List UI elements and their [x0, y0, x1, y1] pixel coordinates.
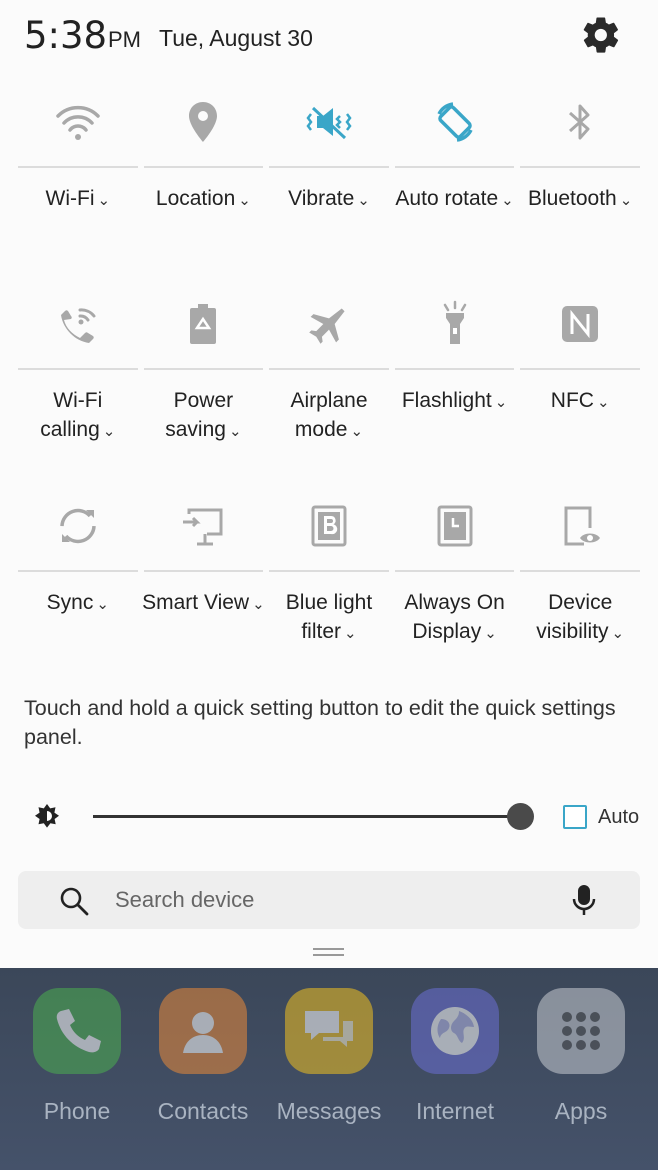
tile-divider	[394, 570, 515, 572]
dock-app-label: Apps	[554, 1098, 608, 1124]
settings-gear-icon[interactable]	[580, 14, 622, 56]
qs-label[interactable]: Wi-Fi ⌄	[15, 184, 141, 215]
quick-settings-row: Sync⌄ Smart View⌄ Blue light filter⌄	[15, 488, 643, 690]
qs-label[interactable]: Smart View ⌄	[141, 588, 267, 619]
search-device-bar[interactable]	[18, 871, 640, 929]
auto-brightness-label: Auto	[598, 806, 640, 828]
blue-light-filter-icon[interactable]	[303, 500, 355, 552]
tile-divider	[394, 368, 515, 370]
qs-tile-wifi[interactable]: Wi-Fi ⌄	[15, 84, 141, 286]
qs-tile-nfc[interactable]: NFC ⌄	[517, 286, 643, 488]
wifi-calling-icon[interactable]	[52, 298, 104, 350]
qs-label[interactable]: Power saving ⌄	[141, 386, 267, 446]
dock-app-label: Contacts	[157, 1098, 249, 1124]
qs-tile-blue-light-filter[interactable]: Blue light filter ⌄	[266, 488, 392, 690]
quick-settings-row: Wi-Fi ⌄ Location ⌄ Vibrate ⌄ Auto rotate…	[15, 84, 643, 286]
sync-icon[interactable]	[52, 500, 104, 552]
dock-app-phone[interactable]: Phone	[15, 988, 139, 1125]
search-icon	[58, 885, 90, 917]
auto-rotate-icon[interactable]	[429, 96, 481, 148]
notification-panel: 5:38 PM Tue, August 30 Wi-Fi ⌄ Location …	[0, 0, 658, 968]
dock-app-label: Messages	[276, 1098, 382, 1124]
quick-settings-row: Wi-Fi calling ⌄ Power saving ⌄ Airplane mo…	[15, 286, 643, 488]
qs-label[interactable]: Blue light filter ⌄	[266, 588, 392, 648]
tile-divider	[520, 166, 640, 168]
qs-tile-wifi-calling[interactable]: Wi-Fi calling ⌄	[15, 286, 141, 488]
brightness-icon	[32, 802, 62, 832]
panel-drag-handle[interactable]	[313, 948, 344, 950]
clock-date[interactable]: Tue, August 30	[159, 25, 313, 52]
brightness-slider-thumb[interactable]	[506, 803, 534, 830]
contacts-icon[interactable]	[159, 988, 247, 1074]
brightness-slider-track[interactable]	[93, 815, 520, 818]
qs-tile-device-visibility[interactable]: Device visibility ⌄	[517, 488, 643, 690]
auto-brightness-checkbox[interactable]	[563, 805, 587, 829]
qs-tile-airplane-mode[interactable]: Airplane mode ⌄	[266, 286, 392, 488]
qs-tile-vibrate[interactable]: Vibrate ⌄	[266, 84, 392, 286]
quick-settings-grid: Wi-Fi ⌄ Location ⌄ Vibrate ⌄ Auto rotate…	[15, 84, 643, 690]
tile-divider	[394, 166, 515, 168]
qs-tile-always-on-display[interactable]: Always On Display ⌄	[392, 488, 518, 690]
tile-divider	[18, 368, 138, 370]
device-visibility-icon[interactable]	[554, 500, 606, 552]
qs-label[interactable]: Location ⌄	[141, 184, 267, 215]
qs-label[interactable]: Wi-Fi calling ⌄	[15, 386, 141, 446]
qs-tile-smart-view[interactable]: Smart View ⌄	[141, 488, 267, 690]
tile-divider	[143, 368, 264, 370]
panel-drag-handle-line	[313, 954, 344, 956]
qs-label[interactable]: Bluetooth ⌄	[517, 184, 643, 215]
qs-label[interactable]: Airplane mode ⌄	[266, 386, 392, 446]
dock-app-label: Phone	[43, 1098, 111, 1124]
flashlight-icon[interactable]	[429, 298, 481, 350]
dock-app-apps[interactable]: Apps	[519, 988, 643, 1125]
bluetooth-icon[interactable]	[554, 96, 606, 148]
edit-hint-text: Touch and hold a quick setting button to…	[24, 696, 616, 749]
qs-tile-flashlight[interactable]: Flashlight ⌄	[392, 286, 518, 488]
qs-label[interactable]: Device visibility ⌄	[517, 588, 643, 648]
tile-divider	[269, 166, 389, 168]
clock-ampm: PM	[108, 27, 141, 52]
home-dock: Phone Contacts Messages Internet Apps	[0, 968, 658, 1170]
tile-divider	[269, 570, 389, 572]
tile-divider	[520, 570, 640, 572]
airplane-icon[interactable]	[303, 298, 355, 350]
qs-tile-sync[interactable]: Sync ⌄	[15, 488, 141, 690]
vibrate-icon[interactable]	[303, 96, 355, 148]
dock-app-contacts[interactable]: Contacts	[141, 988, 265, 1125]
clock-time: 5:38	[24, 14, 108, 57]
search-input[interactable]	[115, 881, 535, 919]
status-header: 5:38 PM Tue, August 30	[0, 0, 658, 80]
always-on-display-icon[interactable]	[429, 500, 481, 552]
qs-tile-location[interactable]: Location ⌄	[141, 84, 267, 286]
tile-divider	[18, 570, 138, 572]
tile-divider	[18, 166, 138, 168]
power-saving-icon[interactable]	[177, 298, 229, 350]
qs-tile-power-saving[interactable]: Power saving ⌄	[141, 286, 267, 488]
qs-label[interactable]: Always On Display ⌄	[392, 588, 518, 648]
dock-app-messages[interactable]: Messages	[267, 988, 391, 1125]
tile-divider	[143, 166, 264, 168]
qs-label[interactable]: Sync ⌄	[15, 588, 141, 619]
tile-divider	[143, 570, 264, 572]
tile-divider	[269, 368, 389, 370]
apps-icon[interactable]	[537, 988, 625, 1074]
location-icon[interactable]	[177, 96, 229, 148]
qs-tile-auto-rotate[interactable]: Auto rotate ⌄	[392, 84, 518, 286]
qs-label[interactable]: Auto rotate ⌄	[392, 184, 518, 215]
qs-label[interactable]: Flashlight ⌄	[392, 386, 518, 417]
tile-divider	[520, 368, 640, 370]
nfc-icon[interactable]	[554, 298, 606, 350]
messages-icon[interactable]	[285, 988, 373, 1074]
wifi-icon[interactable]	[52, 96, 104, 148]
qs-label[interactable]: Vibrate ⌄	[266, 184, 392, 215]
dock-app-label: Internet	[416, 1098, 494, 1124]
smart-view-icon[interactable]	[177, 500, 229, 552]
microphone-icon[interactable]	[570, 883, 598, 917]
internet-icon[interactable]	[411, 988, 499, 1074]
qs-tile-bluetooth[interactable]: Bluetooth ⌄	[517, 84, 643, 286]
phone-icon[interactable]	[33, 988, 121, 1074]
qs-label[interactable]: NFC ⌄	[517, 386, 643, 417]
dock-app-internet[interactable]: Internet	[393, 988, 517, 1125]
